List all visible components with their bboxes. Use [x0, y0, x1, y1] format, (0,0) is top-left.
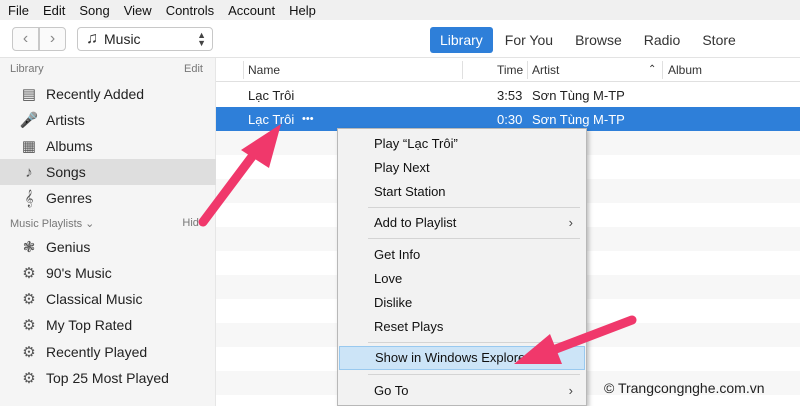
- song-name: Lạc Trôi: [248, 112, 295, 127]
- menu-item-dislike[interactable]: Dislike: [339, 291, 585, 315]
- album-icon: ▦: [21, 138, 37, 155]
- hide-link[interactable]: Hide: [182, 217, 205, 229]
- column-separator: [243, 61, 244, 79]
- music-note-icon: ♫: [86, 30, 98, 47]
- tab-browse[interactable]: Browse: [565, 27, 632, 53]
- sidebar-item-label: Albums: [46, 138, 93, 154]
- menu-controls[interactable]: Controls: [158, 3, 220, 18]
- watermark: © Trangcongnghe.com.vn: [604, 380, 765, 396]
- menu-account[interactable]: Account: [220, 3, 281, 18]
- playlists-header[interactable]: Music Playlists ⌄: [10, 217, 94, 230]
- edit-link[interactable]: Edit: [184, 63, 203, 75]
- column-time[interactable]: Time: [497, 63, 523, 77]
- sidebar-item-artists[interactable]: 🎤 Artists: [0, 107, 216, 133]
- chevron-right-icon: ›: [49, 30, 56, 47]
- genres-icon: 𝄞: [24, 189, 34, 207]
- menu-item-start-station[interactable]: Start Station: [339, 180, 585, 204]
- menu-separator: [368, 342, 580, 343]
- menu-item-go-to[interactable]: Go To ›: [339, 379, 585, 403]
- menu-help[interactable]: Help: [281, 3, 322, 18]
- menu-separator: [368, 238, 580, 239]
- menu-view[interactable]: View: [116, 3, 158, 18]
- column-album[interactable]: Album: [668, 63, 702, 77]
- sidebar-item-songs[interactable]: ♪ Songs: [0, 159, 216, 185]
- library-header: Library: [10, 63, 44, 75]
- recently-added-icon: ▤: [21, 86, 37, 103]
- menu-edit[interactable]: Edit: [35, 3, 71, 18]
- sidebar-item-genius[interactable]: ❃ Genius: [0, 234, 216, 260]
- sidebar-item-label: Top 25 Most Played: [46, 370, 169, 386]
- column-name[interactable]: Name: [248, 63, 280, 77]
- media-kind-select[interactable]: ♫ Music ▲ ▼: [77, 27, 213, 51]
- sidebar-item-label: Classical Music: [46, 291, 143, 307]
- sort-up-icon: ⌃: [648, 64, 657, 75]
- menu-item-show-in-windows-explorer[interactable]: Show in Windows Explorer: [339, 346, 585, 370]
- gear-icon: ⚙: [22, 370, 36, 387]
- sidebar-item-label: Recently Played: [46, 344, 148, 360]
- toolbar: ‹ › ♫ Music ▲ ▼ Library For You Browse Ra…: [0, 20, 800, 58]
- chevron-right-icon: ›: [568, 383, 573, 398]
- song-name: Lạc Trôi: [248, 88, 295, 103]
- menu-item-reset-plays[interactable]: Reset Plays: [339, 315, 585, 339]
- microphone-icon: 🎤: [19, 112, 39, 129]
- tab-store[interactable]: Store: [692, 27, 745, 53]
- sidebar-item-90s-music[interactable]: ⚙ 90's Music: [0, 260, 216, 286]
- song-time: 3:53: [497, 88, 523, 103]
- sidebar-item-classical-music[interactable]: ⚙ Classical Music: [0, 286, 216, 312]
- sidebar-item-label: 90's Music: [46, 265, 112, 281]
- sidebar-item-top-25-most-played[interactable]: ⚙ Top 25 Most Played: [0, 365, 216, 391]
- menu-file[interactable]: File: [0, 3, 35, 18]
- tab-library[interactable]: Library: [430, 27, 493, 53]
- sidebar-item-label: Songs: [46, 164, 86, 180]
- sidebar-item-genres[interactable]: 𝄞 Genres: [0, 185, 216, 211]
- sidebar-item-label: Recently Added: [46, 86, 145, 102]
- menu-item-love[interactable]: Love: [339, 267, 585, 291]
- table-row[interactable]: Lạc Trôi 3:53 Sơn Tùng M-TP: [216, 83, 800, 107]
- media-kind-label: Music: [104, 31, 141, 47]
- sidebar: Library Edit ▤ Recently Added 🎤 Artists …: [0, 58, 216, 406]
- gear-icon: ⚙: [22, 317, 36, 334]
- menu-item-add-to-playlist[interactable]: Add to Playlist ›: [339, 211, 585, 235]
- gear-icon: ⚙: [22, 291, 36, 308]
- menu-bar: File Edit Song View Controls Account Hel…: [0, 0, 800, 20]
- sidebar-item-label: My Top Rated: [46, 317, 133, 333]
- tab-for-you[interactable]: For You: [495, 27, 563, 53]
- chevron-left-icon: ‹: [22, 30, 29, 47]
- genius-icon: ❃: [22, 239, 36, 256]
- column-separator: [527, 61, 528, 79]
- menu-item-play-next[interactable]: Play Next: [339, 156, 585, 180]
- menu-separator: [368, 374, 580, 375]
- chevron-updown-icon: ▲ ▼: [197, 30, 206, 48]
- sidebar-item-albums[interactable]: ▦ Albums: [0, 133, 216, 159]
- menu-item-play[interactable]: Play “Lạc Trôi”: [339, 132, 585, 156]
- sidebar-item-recently-added[interactable]: ▤ Recently Added: [0, 81, 216, 107]
- sidebar-item-label: Artists: [46, 112, 85, 128]
- song-artist: Sơn Tùng M-TP: [532, 112, 625, 127]
- column-separator: [662, 61, 663, 79]
- nav-tabs: Library For You Browse Radio Store: [430, 27, 748, 53]
- column-artist[interactable]: Artist: [532, 63, 559, 77]
- menu-item-get-info[interactable]: Get Info: [339, 243, 585, 267]
- menu-item-label: Go To: [374, 383, 409, 398]
- menu-separator: [368, 207, 580, 208]
- tab-radio[interactable]: Radio: [634, 27, 691, 53]
- context-menu: Play “Lạc Trôi” Play Next Start Station …: [337, 128, 587, 406]
- back-button[interactable]: ‹: [12, 27, 39, 51]
- gear-icon: ⚙: [22, 344, 36, 361]
- sidebar-item-label: Genres: [46, 190, 92, 206]
- chevron-right-icon: ›: [568, 215, 573, 230]
- table-header: Name Time Artist ⌃ Album: [216, 58, 800, 82]
- forward-button[interactable]: ›: [39, 27, 66, 51]
- more-options-button[interactable]: •••: [302, 113, 314, 125]
- column-separator: [462, 61, 463, 79]
- gear-icon: ⚙: [22, 265, 36, 282]
- menu-song[interactable]: Song: [71, 3, 115, 18]
- sidebar-item-my-top-rated[interactable]: ⚙ My Top Rated: [0, 312, 216, 338]
- music-note-icon: ♪: [25, 163, 33, 181]
- song-artist: Sơn Tùng M-TP: [532, 88, 625, 103]
- sidebar-item-label: Genius: [46, 239, 91, 255]
- menu-item-label: Add to Playlist: [374, 215, 457, 230]
- sidebar-item-recently-played[interactable]: ⚙ Recently Played: [0, 339, 216, 365]
- song-time: 0:30: [497, 112, 523, 127]
